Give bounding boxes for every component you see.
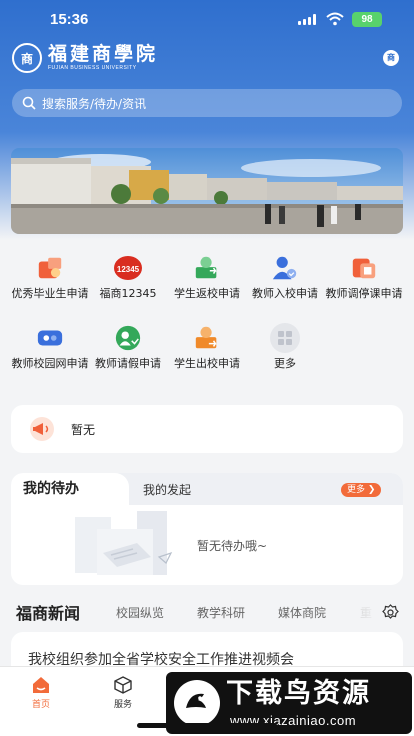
status-time: 15:36 [50, 11, 89, 28]
service-label: 教师调停课申请 [325, 287, 403, 300]
watermark-bird-logo [174, 680, 220, 726]
service-item-more[interactable]: 更多 [246, 323, 324, 371]
tab-my-todo[interactable]: 我的待办 [11, 473, 129, 505]
campus-network-icon [35, 323, 65, 353]
watermark-text: 下载鸟资源 [226, 678, 371, 709]
student-exit-icon [192, 323, 222, 353]
gear-icon[interactable] [382, 604, 399, 621]
service-item-student-return[interactable]: 学生返校申请 [168, 253, 246, 301]
logo-english-name: FUJIAN BUSINESS UNIVERSITY [48, 65, 137, 71]
search-icon [22, 96, 36, 110]
home-icon [33, 677, 49, 693]
more-label: 更多 [347, 485, 366, 495]
service-item-leave-request[interactable]: 教师请假申请 [89, 323, 167, 371]
notice-text: 暂无 [71, 422, 96, 437]
search-placeholder: 搜索服务/待办/资讯 [42, 96, 147, 111]
service-item-teacher-enter[interactable]: 教师入校申请 [246, 253, 324, 301]
service-label: 教师请假申请 [95, 357, 161, 370]
service-label: 学生出校申请 [174, 357, 240, 370]
empty-todo-text: 暂无待办哦~ [197, 539, 268, 553]
nav-label: 服务 [113, 700, 132, 710]
search-bar[interactable]: 搜索服务/待办/资讯 [12, 89, 402, 117]
status-bar: 15:36 98 [0, 0, 414, 40]
service-item-graduate[interactable]: 优秀毕业生申请 [11, 253, 89, 301]
nav-label: 首页 [31, 700, 50, 710]
todo-more-button[interactable]: 更多 ❯ [341, 483, 382, 497]
nav-home[interactable]: 首页 [16, 675, 66, 710]
service-item-class-reschedule[interactable]: 教师调停课申请 [325, 253, 403, 301]
news-tab-research[interactable]: 教学科研 [197, 604, 245, 621]
university-logo: 商 福建商學院 FUJIAN BUSINESS UNIVERSITY [12, 42, 158, 74]
news-tab-media[interactable]: 媒体商院 [278, 604, 326, 621]
teacher-enter-icon [270, 253, 300, 283]
megaphone-icon [30, 417, 54, 441]
signal-icon [298, 14, 316, 25]
university-seal-icon: 商 [12, 43, 42, 73]
graduate-award-icon [35, 253, 65, 283]
svg-text:12345: 12345 [117, 265, 140, 274]
empty-todo-illustration [75, 511, 173, 575]
logo-chinese-name: 福建商學院 [48, 43, 159, 65]
service-item-campus-network[interactable]: 教师校园网申请 [11, 323, 89, 371]
service-label: 福商12345 [99, 287, 157, 300]
notice-card[interactable]: 暂无 [11, 405, 403, 453]
user-avatar[interactable]: 商 [383, 50, 399, 66]
service-label: 优秀毕业生申请 [11, 287, 89, 300]
battery-icon: 98 [352, 12, 382, 27]
service-item-student-exit[interactable]: 学生出校申请 [168, 323, 246, 371]
chevron-right-icon: ❯ [365, 485, 376, 495]
service-label: 教师入校申请 [252, 287, 318, 300]
student-return-icon [192, 253, 222, 283]
service-item-hotline[interactable]: 12345 福商12345 [89, 253, 167, 301]
class-reschedule-icon [349, 253, 379, 283]
wifi-icon [326, 12, 344, 26]
news-header: 福商新闻 校园纵览 教学科研 媒体商院 重 [0, 598, 414, 626]
service-box-icon [114, 676, 132, 694]
news-tab-campus[interactable]: 校园纵览 [116, 604, 164, 621]
hotline-12345-icon: 12345 [113, 253, 143, 283]
nav-service[interactable]: 服务 [98, 675, 148, 710]
news-section-title: 福商新闻 [16, 604, 81, 623]
campus-banner-image[interactable] [11, 148, 403, 234]
tab-my-initiated[interactable]: 我的发起 [143, 473, 191, 507]
service-label: 教师校园网申请 [11, 357, 89, 370]
more-grid-icon [270, 323, 300, 353]
home-indicator [137, 723, 277, 728]
service-label: 更多 [274, 357, 296, 370]
leave-request-icon [113, 323, 143, 353]
todo-card: 我的待办 我的发起 更多 ❯ 暂无待办哦~ [11, 473, 403, 585]
service-label: 学生返校申请 [174, 287, 240, 300]
